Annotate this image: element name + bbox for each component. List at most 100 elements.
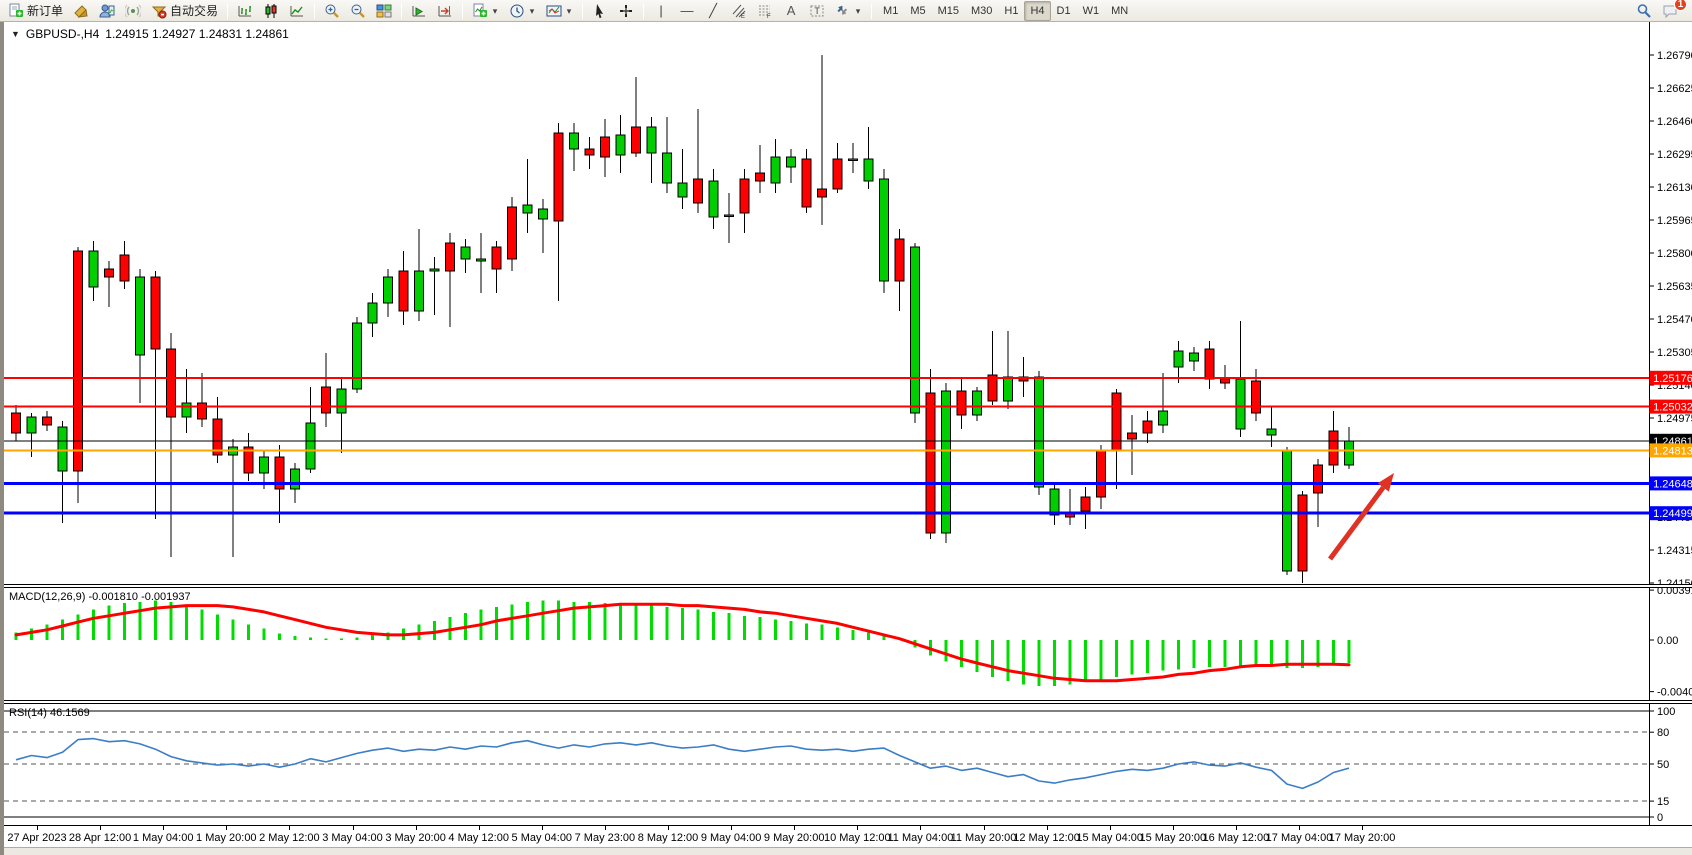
cursor-icon	[592, 3, 608, 19]
templates-icon	[546, 3, 562, 19]
templates-button[interactable]: ▾	[542, 1, 577, 21]
main-toolbar: 新订单 自动交易	[0, 0, 1692, 22]
new-order-button[interactable]: 新订单	[4, 1, 67, 21]
timeframe-MN[interactable]: MN	[1105, 1, 1134, 21]
cursor-tool-button[interactable]	[588, 1, 612, 21]
signal-icon	[125, 3, 141, 19]
time-tick	[1173, 826, 1174, 830]
zoom-out-icon	[350, 3, 366, 19]
chart-profile-button[interactable]	[69, 1, 93, 21]
text-tool-button[interactable]: A	[779, 1, 803, 21]
chart-shift-button[interactable]	[433, 1, 457, 21]
time-label: 17 May 20:00	[1317, 832, 1407, 844]
time-tick	[1110, 826, 1111, 830]
label-icon: T	[809, 3, 825, 19]
chart-collapse-icon[interactable]: ▼	[11, 29, 20, 39]
macd-histogram	[16, 600, 1349, 685]
autotrading-button[interactable]: 自动交易	[147, 1, 222, 21]
autotrading-label: 自动交易	[170, 2, 218, 19]
svg-text:0.00: 0.00	[1657, 635, 1678, 647]
bar-chart-button[interactable]	[233, 1, 257, 21]
svg-text:50: 50	[1657, 759, 1669, 771]
macd-name: MACD(12,26,9)	[9, 591, 85, 603]
rsi-pane[interactable]: 1008050150 RSI(14) 46.1569	[4, 704, 1692, 825]
time-tick	[984, 826, 985, 830]
chart-shift-icon	[437, 3, 453, 19]
periods-button[interactable]: ▾	[505, 1, 540, 21]
arrows-tool-button[interactable]: ▾	[831, 1, 866, 21]
macd-label: MACD(12,26,9) -0.001810 -0.001937	[9, 591, 191, 603]
clock-icon	[509, 3, 525, 19]
svg-text:1.25635: 1.25635	[1657, 281, 1692, 293]
rsi-label: RSI(14) 46.1569	[9, 707, 90, 719]
label-tool-button[interactable]: T	[805, 1, 829, 21]
time-tick	[100, 826, 101, 830]
svg-text:1.25800: 1.25800	[1657, 248, 1692, 260]
timeframe-H4[interactable]: H4	[1024, 1, 1050, 21]
svg-text:1.25176: 1.25176	[1653, 373, 1692, 385]
fibonacci-icon: F	[757, 3, 773, 19]
timeframe-W1[interactable]: W1	[1077, 1, 1106, 21]
search-button[interactable]	[1632, 1, 1656, 21]
svg-text:1.25305: 1.25305	[1657, 347, 1692, 359]
svg-text:1.26790: 1.26790	[1657, 50, 1692, 62]
time-axis[interactable]: 27 Apr 202328 Apr 12:001 May 04:001 May …	[4, 825, 1692, 847]
indicators-button[interactable]: ▾	[468, 1, 503, 21]
svg-text:1.24648: 1.24648	[1653, 478, 1692, 490]
svg-text:E: E	[741, 14, 745, 19]
price-pane[interactable]: 1.267901.266251.264601.262951.261301.259…	[4, 22, 1692, 584]
macd-chart-svg[interactable]: 0.0039140.00-0.004049	[4, 588, 1692, 700]
horizontal-line-tool-button[interactable]: —	[675, 1, 699, 21]
chart-symbol-label: GBPUSD-,H4	[26, 27, 99, 41]
svg-text:100: 100	[1657, 706, 1675, 718]
search-icon	[1636, 3, 1652, 19]
zoom-out-button[interactable]	[346, 1, 370, 21]
time-tick	[668, 826, 669, 830]
timeframe-D1[interactable]: D1	[1051, 1, 1077, 21]
timeframe-M15[interactable]: M15	[932, 1, 965, 21]
tile-windows-button[interactable]	[372, 1, 396, 21]
channel-tool-button[interactable]: E	[727, 1, 751, 21]
profile-arrow-icon	[73, 3, 89, 19]
macd-pane[interactable]: 0.0039140.00-0.004049 MACD(12,26,9) -0.0…	[4, 588, 1692, 700]
rsi-chart-svg[interactable]: 1008050150	[4, 704, 1692, 825]
crosshair-icon	[618, 3, 634, 19]
candlestick-chart-button[interactable]	[259, 1, 283, 21]
time-tick	[416, 826, 417, 830]
rsi-current-value: 46.1569	[50, 707, 90, 719]
auto-scroll-icon	[411, 3, 427, 19]
svg-text:1.25470: 1.25470	[1657, 314, 1692, 326]
svg-text:1.25965: 1.25965	[1657, 215, 1692, 227]
timeframe-M5[interactable]: M5	[904, 1, 931, 21]
new-order-label: 新订单	[27, 2, 63, 19]
toolbar-separator	[314, 3, 315, 19]
navigator-button[interactable]	[121, 1, 145, 21]
timeframe-M30[interactable]: M30	[965, 1, 998, 21]
time-tick	[920, 826, 921, 830]
time-tick	[542, 826, 543, 830]
fibonacci-tool-button[interactable]: F	[753, 1, 777, 21]
crosshair-tool-button[interactable]	[614, 1, 638, 21]
level-lines-group: 1.251761.250321.248611.248131.246481.244…	[4, 371, 1692, 520]
time-tick	[226, 826, 227, 830]
line-chart-button[interactable]	[285, 1, 309, 21]
price-chart-svg[interactable]: 1.267901.266251.264601.262951.261301.259…	[4, 22, 1692, 584]
time-tick	[794, 826, 795, 830]
svg-text:1.24499: 1.24499	[1653, 508, 1692, 520]
trading-terminal: 新订单 自动交易	[0, 0, 1692, 855]
text-icon: A	[783, 3, 799, 19]
svg-text:1.24813: 1.24813	[1653, 445, 1692, 457]
bottom-scroll-strip[interactable]	[4, 847, 1692, 855]
vertical-line-tool-button[interactable]: |	[649, 1, 673, 21]
svg-text:T: T	[814, 6, 820, 16]
auto-scroll-button[interactable]	[407, 1, 431, 21]
rsi-level-lines	[4, 732, 1649, 801]
zoom-in-button[interactable]	[320, 1, 344, 21]
horizontal-line-icon: —	[679, 3, 695, 19]
trendline-tool-button[interactable]: ╱	[701, 1, 725, 21]
timeframe-M1[interactable]: M1	[877, 1, 904, 21]
chat-button[interactable]: 1	[1658, 1, 1682, 21]
market-watch-button[interactable]	[95, 1, 119, 21]
timeframe-H1[interactable]: H1	[998, 1, 1024, 21]
toolbar-separator	[643, 3, 644, 19]
